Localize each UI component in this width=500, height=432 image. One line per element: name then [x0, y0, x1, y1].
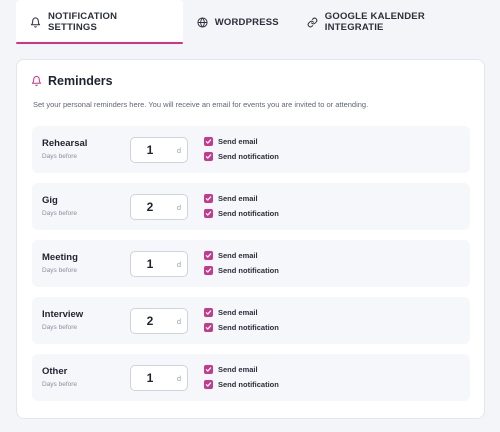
send-email-label: Send email — [218, 251, 258, 260]
bell-icon — [31, 75, 42, 87]
reminder-name: Interview — [42, 309, 84, 320]
link-icon — [307, 16, 319, 28]
tab-label: NOTIFICATION SETTINGS — [47, 11, 118, 33]
days-value: 1 — [146, 257, 154, 271]
reminder-sublabel: Days before — [42, 381, 78, 388]
send-notification-label: Send notification — [218, 380, 279, 389]
days-unit: d — [176, 259, 181, 269]
send-notification-checkbox[interactable]: Send notification — [204, 323, 279, 332]
days-before-input[interactable]: 1 d — [130, 365, 188, 391]
days-value: 2 — [146, 314, 154, 328]
reminder-sublabel: Days before — [42, 267, 78, 274]
checkbox-checked-icon[interactable] — [204, 380, 213, 389]
send-email-checkbox[interactable]: Send email — [204, 251, 258, 260]
send-email-checkbox[interactable]: Send email — [204, 137, 258, 146]
reminder-row-other: Other Days before 1 d Send email Send no… — [32, 354, 470, 401]
checkbox-checked-icon[interactable] — [204, 251, 213, 260]
reminder-row-rehearsal: Rehearsal Days before 1 d Send email Sen… — [32, 126, 470, 173]
send-notification-checkbox[interactable]: Send notification — [204, 380, 279, 389]
reminder-row-meeting: Meeting Days before 1 d Send email Send … — [32, 240, 470, 287]
checkbox-checked-icon[interactable] — [204, 323, 213, 332]
checkbox-checked-icon[interactable] — [204, 308, 213, 317]
checkbox-checked-icon[interactable] — [204, 137, 213, 146]
send-email-label: Send email — [218, 308, 258, 317]
send-notification-label: Send notification — [218, 323, 279, 332]
send-email-checkbox[interactable]: Send email — [204, 194, 258, 203]
send-email-checkbox[interactable]: Send email — [204, 308, 258, 317]
tab-google-kalender-integratie[interactable]: GOOGLE KALENDER INTEGRATIE — [293, 0, 500, 44]
days-value: 1 — [146, 143, 154, 157]
reminders-title: Reminders — [48, 74, 113, 88]
reminders-description: Set your personal reminders here. You wi… — [33, 100, 369, 109]
tab-label: GOOGLE KALENDER INTEGRATIE — [324, 11, 425, 33]
send-email-label: Send email — [218, 194, 258, 203]
send-notification-label: Send notification — [218, 152, 279, 161]
reminder-row-gig: Gig Days before 2 d Send email Send noti… — [32, 183, 470, 230]
reminder-name: Rehearsal — [42, 138, 88, 149]
send-notification-label: Send notification — [218, 266, 279, 275]
days-before-input[interactable]: 1 d — [130, 137, 188, 163]
tab-notification-settings[interactable]: NOTIFICATION SETTINGS — [16, 0, 183, 44]
send-email-checkbox[interactable]: Send email — [204, 365, 258, 374]
days-unit: d — [176, 145, 181, 155]
tab-bar: NOTIFICATION SETTINGS WORDPRESS GOOGLE K… — [0, 0, 500, 44]
reminder-sublabel: Days before — [42, 324, 78, 331]
tab-wordpress[interactable]: WORDPRESS — [183, 0, 293, 44]
send-notification-checkbox[interactable]: Send notification — [204, 152, 279, 161]
days-before-input[interactable]: 2 d — [130, 308, 188, 334]
reminders-card: Reminders Set your personal reminders he… — [16, 59, 485, 419]
reminder-sublabel: Days before — [42, 210, 78, 217]
reminder-row-interview: Interview Days before 2 d Send email Sen… — [32, 297, 470, 344]
days-before-input[interactable]: 1 d — [130, 251, 188, 277]
send-notification-checkbox[interactable]: Send notification — [204, 209, 279, 218]
reminder-sublabel: Days before — [42, 153, 78, 160]
checkbox-checked-icon[interactable] — [204, 365, 213, 374]
globe-icon — [197, 16, 209, 28]
checkbox-checked-icon[interactable] — [204, 266, 213, 275]
days-value: 1 — [146, 371, 154, 385]
reminder-name: Other — [42, 366, 68, 377]
checkbox-checked-icon[interactable] — [204, 152, 213, 161]
days-value: 2 — [146, 200, 154, 214]
send-notification-checkbox[interactable]: Send notification — [204, 266, 279, 275]
checkbox-checked-icon[interactable] — [204, 209, 213, 218]
reminder-name: Gig — [42, 195, 58, 206]
checkbox-checked-icon[interactable] — [204, 194, 213, 203]
bell-icon — [30, 16, 42, 28]
days-before-input[interactable]: 2 d — [130, 194, 188, 220]
days-unit: d — [176, 202, 181, 212]
send-email-label: Send email — [218, 365, 258, 374]
days-unit: d — [176, 316, 181, 326]
days-unit: d — [176, 373, 181, 383]
send-email-label: Send email — [218, 137, 258, 146]
reminders-header: Reminders — [31, 74, 113, 88]
tab-label: WORDPRESS — [214, 16, 279, 28]
send-notification-label: Send notification — [218, 209, 279, 218]
reminder-name: Meeting — [42, 252, 78, 263]
